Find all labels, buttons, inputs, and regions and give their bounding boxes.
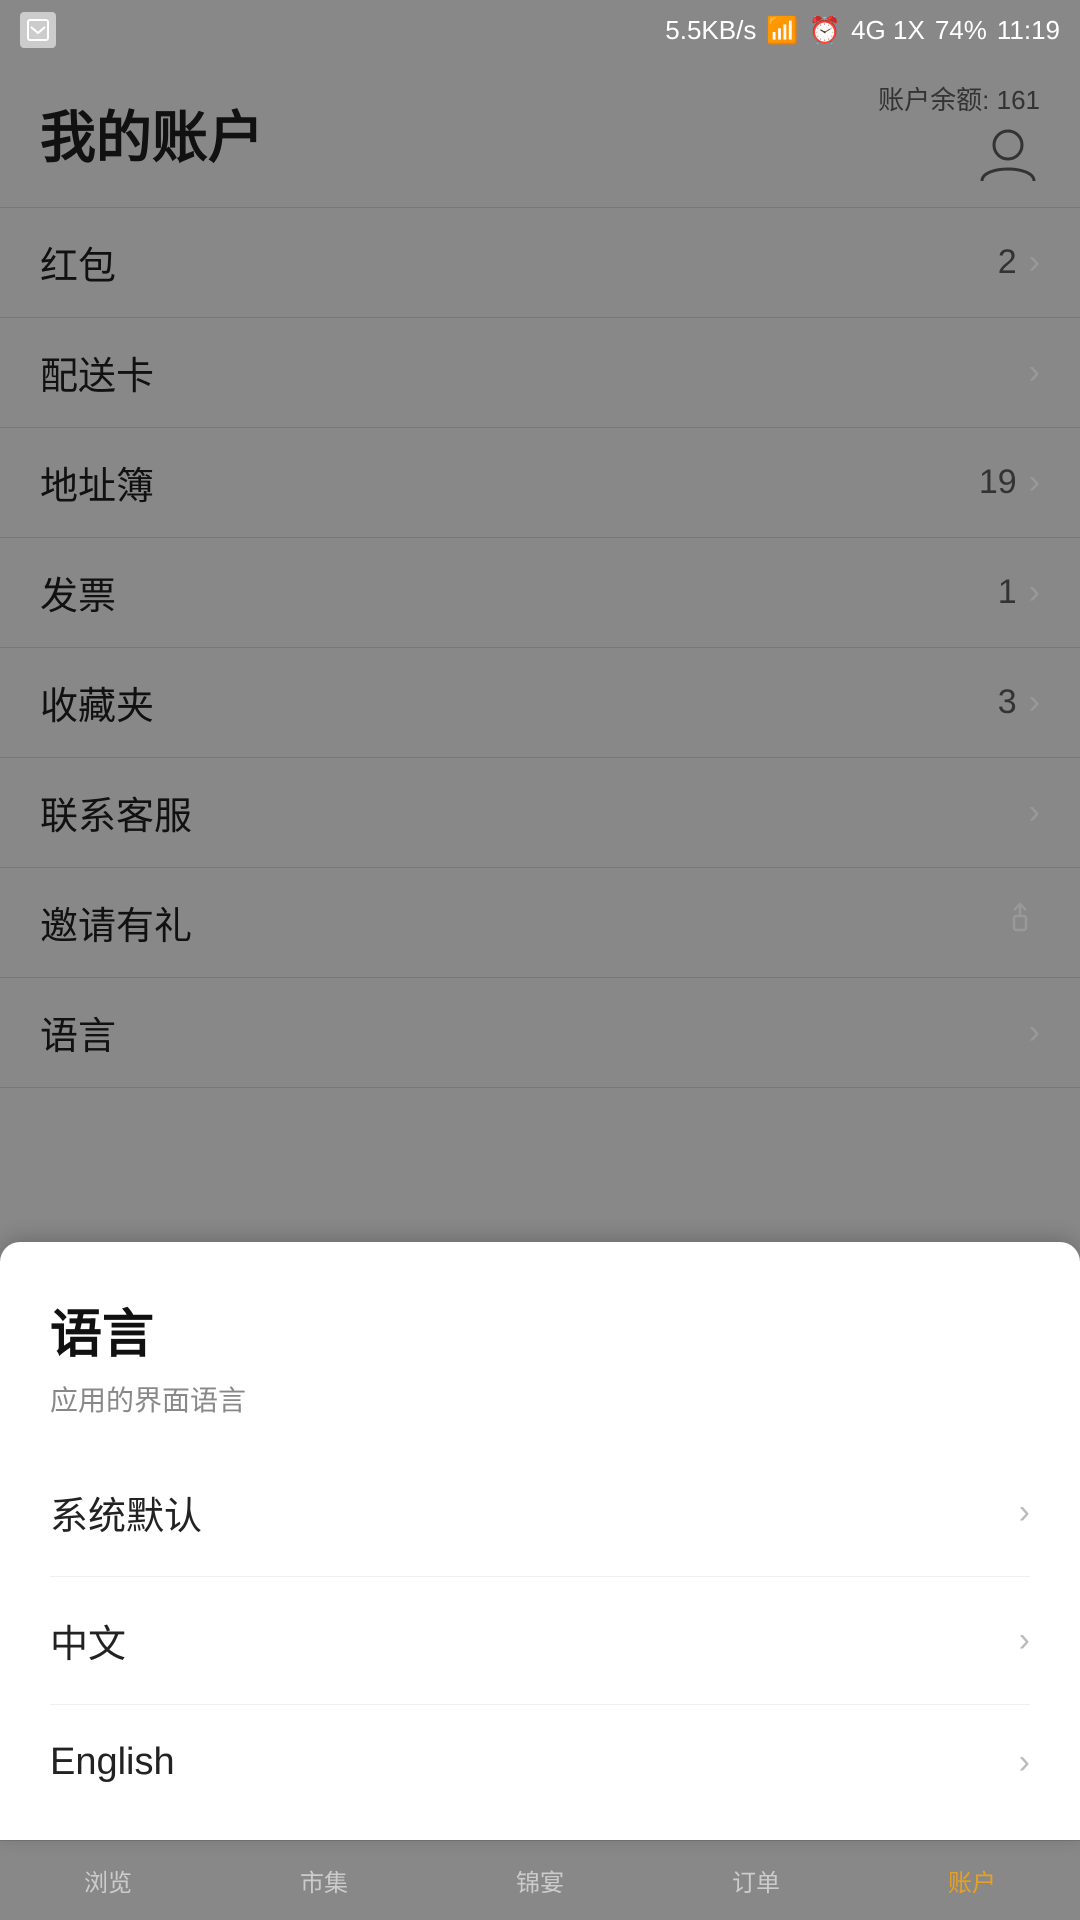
menu-item-badge: 19: [979, 463, 1017, 502]
page-title: 我的账户: [40, 93, 264, 174]
chevron-right-icon: ›: [1029, 353, 1040, 392]
status-bar-left: [20, 12, 56, 48]
menu-item-label: 语言: [40, 1005, 116, 1060]
menu-item-label: 邀请有礼: [40, 895, 192, 950]
menu-item[interactable]: 联系客服 ›: [0, 758, 1080, 868]
chevron-right-icon: ›: [1029, 573, 1040, 612]
chevron-right-icon: ›: [1029, 243, 1040, 282]
language-option-label: 系统默认: [50, 1485, 202, 1540]
menu-item-badge: 2: [998, 243, 1017, 282]
menu-item[interactable]: 邀请有礼: [0, 868, 1080, 978]
chevron-right-icon: ›: [1029, 683, 1040, 722]
language-option-label: 中文: [50, 1613, 126, 1668]
menu-item-right: 3›: [998, 683, 1040, 722]
menu-item-label: 联系客服: [40, 785, 192, 840]
menu-item-right: ›: [1029, 1013, 1040, 1052]
nav-item-浏览[interactable]: 浏览: [0, 1863, 216, 1898]
share-icon: [1000, 898, 1040, 948]
nav-item-label: 订单: [732, 1863, 780, 1898]
account-balance: 账户余额: 161: [878, 80, 1040, 117]
header-right: 账户余额: 161: [878, 80, 1040, 187]
modal-items-list: 系统默认 › 中文 › English ›: [50, 1449, 1030, 1820]
menu-item[interactable]: 配送卡 ›: [0, 318, 1080, 428]
menu-item-right: ›: [1029, 793, 1040, 832]
menu-item[interactable]: 地址簿 19 ›: [0, 428, 1080, 538]
menu-item-badge: 1: [998, 573, 1017, 612]
menu-item[interactable]: 语言 ›: [0, 978, 1080, 1088]
nav-item-label: 锦宴: [516, 1863, 564, 1898]
data-icons: 4G 1X: [851, 15, 925, 46]
chevron-right-icon: ›: [1019, 1743, 1030, 1782]
language-option-label: English: [50, 1741, 175, 1784]
menu-item-right: 2›: [998, 243, 1040, 282]
chevron-right-icon: ›: [1019, 1621, 1030, 1660]
nav-item-label: 市集: [300, 1863, 348, 1898]
language-option[interactable]: 中文 ›: [50, 1576, 1030, 1704]
chevron-right-icon: ›: [1029, 1013, 1040, 1052]
chevron-right-icon: ›: [1019, 1493, 1030, 1532]
nav-item-市集[interactable]: 市集: [216, 1863, 432, 1898]
nav-item-锦宴[interactable]: 锦宴: [432, 1863, 648, 1898]
avatar-icon[interactable]: [976, 123, 1040, 187]
modal-title: 语言: [50, 1292, 1030, 1367]
status-bar: 5.5KB/s 📶 ⏰ 4G 1X 74% 11:19: [0, 0, 1080, 60]
time: 11:19: [997, 15, 1060, 46]
menu-item[interactable]: 收藏夹3›: [0, 648, 1080, 758]
language-modal: 语言 应用的界面语言 系统默认 › 中文 › English ›: [0, 1242, 1080, 1840]
menu-item-label: 收藏夹: [40, 675, 154, 730]
menu-list: 红包2›配送卡›地址簿19›发票1›收藏夹3›联系客服›邀请有礼 语言›: [0, 208, 1080, 1088]
menu-item-right: 1›: [998, 573, 1040, 612]
menu-item-right: ›: [1029, 353, 1040, 392]
menu-item-label: 红包: [40, 235, 116, 290]
nav-item-label: 账户: [948, 1863, 996, 1898]
menu-item-label: 配送卡: [40, 345, 154, 400]
notification-icon: [20, 12, 56, 48]
nav-item-label: 浏览: [84, 1863, 132, 1898]
menu-item-label: 发票: [40, 565, 116, 620]
menu-item[interactable]: 红包2›: [0, 208, 1080, 318]
status-bar-right: 5.5KB/s 📶 ⏰ 4G 1X 74% 11:19: [665, 15, 1060, 46]
menu-item-label: 地址簿: [40, 455, 154, 510]
menu-item[interactable]: 发票1›: [0, 538, 1080, 648]
language-option[interactable]: English ›: [50, 1704, 1030, 1820]
nav-item-账户[interactable]: 账户: [864, 1863, 1080, 1898]
chevron-right-icon: ›: [1029, 793, 1040, 832]
page-header: 我的账户 账户余额: 161: [0, 60, 1080, 208]
network-speed: 5.5KB/s: [665, 15, 756, 46]
bottom-nav: 浏览 市集 锦宴 订单 账户: [0, 1840, 1080, 1920]
menu-item-right: 19 ›: [979, 463, 1040, 502]
chevron-right-icon: ›: [1029, 463, 1040, 502]
alarm-icon: ⏰: [809, 15, 841, 46]
menu-item-right: [1000, 898, 1040, 948]
modal-subtitle: 应用的界面语言: [50, 1379, 1030, 1419]
signal-icons: 📶: [766, 15, 798, 46]
battery: 74%: [935, 15, 987, 46]
language-option[interactable]: 系统默认 ›: [50, 1449, 1030, 1576]
menu-item-badge: 3: [998, 683, 1017, 722]
nav-item-订单[interactable]: 订单: [648, 1863, 864, 1898]
